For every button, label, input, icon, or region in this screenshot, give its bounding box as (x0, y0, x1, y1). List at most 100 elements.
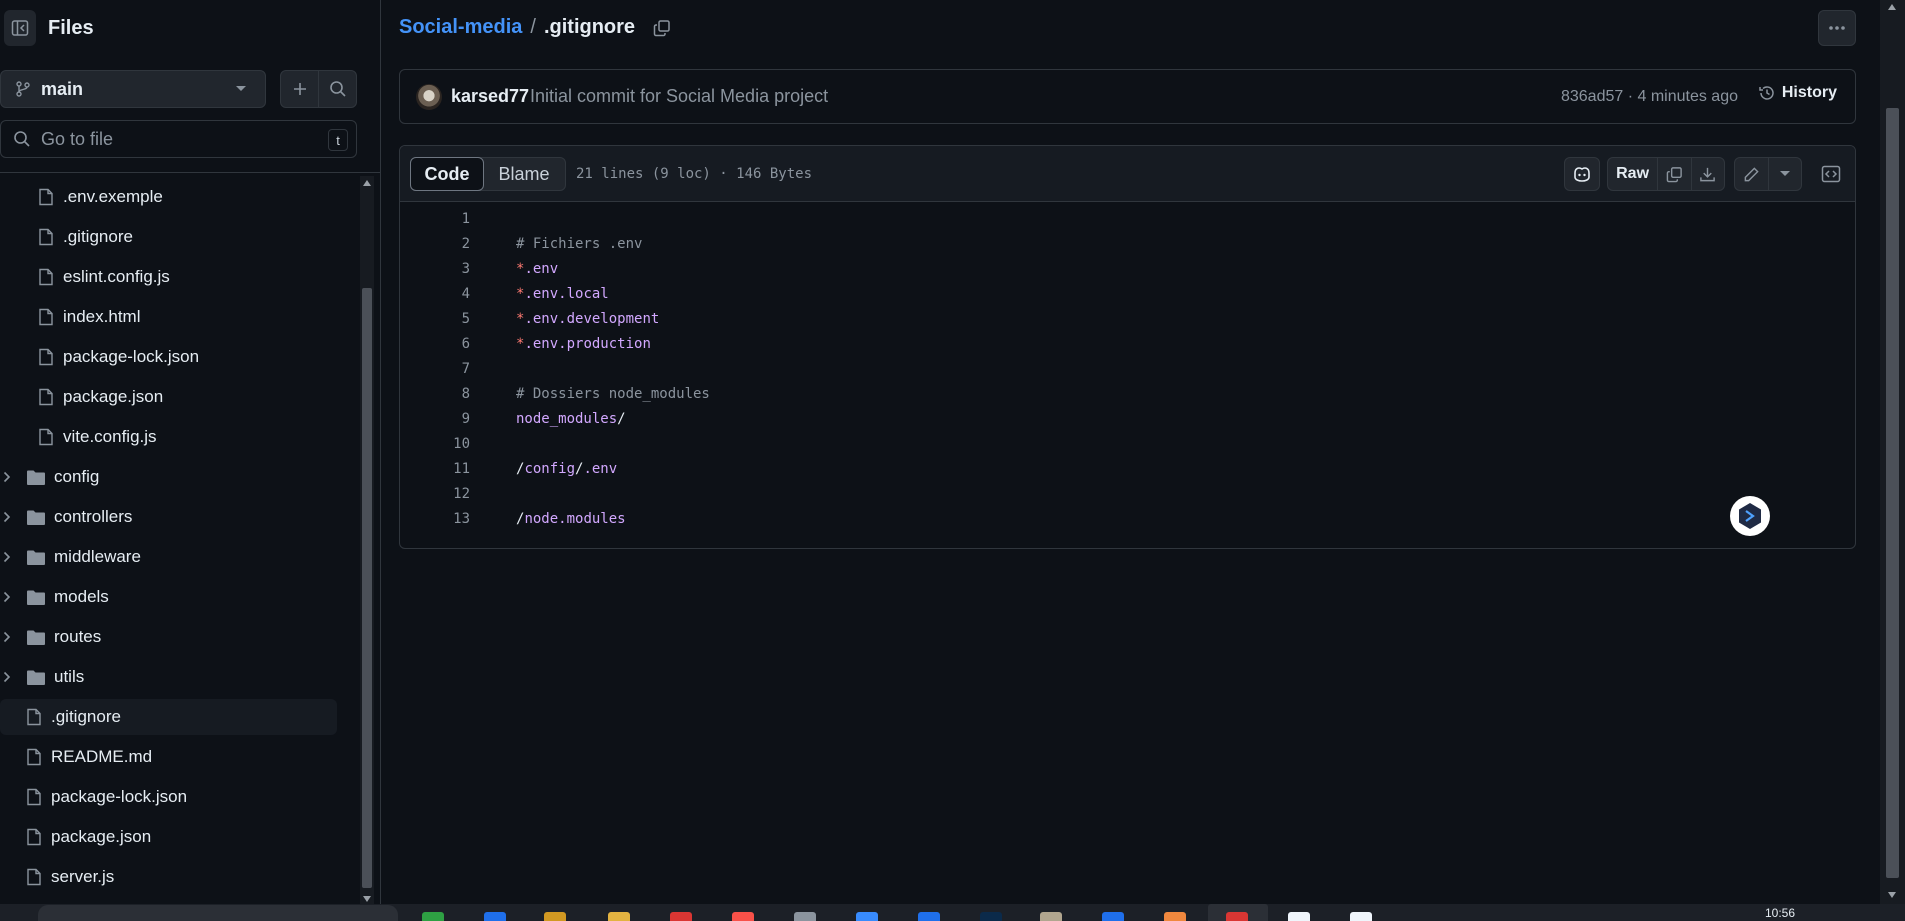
raw-button[interactable]: Raw (1608, 158, 1659, 190)
code-token: # Fichiers .env (516, 236, 643, 252)
more-options-button[interactable] (1818, 10, 1856, 46)
app-icon[interactable] (422, 912, 444, 921)
download-raw-button[interactable] (1692, 158, 1724, 190)
chevron-right-icon[interactable] (3, 591, 11, 603)
tree-file[interactable]: package-lock.json (0, 339, 337, 375)
copilot-button[interactable] (1564, 157, 1600, 191)
app-icon[interactable] (1350, 912, 1372, 921)
tree-folder[interactable]: controllers (0, 499, 337, 535)
tree-file[interactable]: .gitignore (0, 219, 337, 255)
tree-file[interactable]: package.json (0, 379, 337, 415)
window-scroll-up-arrow[interactable] (1888, 4, 1896, 10)
app-icon[interactable] (670, 912, 692, 921)
search-tree-button[interactable] (319, 71, 356, 107)
latest-commit-box: karsed77 Initial commit for Social Media… (399, 69, 1856, 124)
window-scroll-thumb[interactable] (1886, 108, 1899, 878)
chevron-right-icon[interactable] (3, 551, 11, 563)
line-number[interactable]: 7 (400, 361, 470, 377)
chevron-right-icon[interactable] (3, 671, 11, 683)
app-icon[interactable] (484, 912, 506, 921)
app-icon[interactable] (1164, 912, 1186, 921)
tab-blame[interactable]: Blame (483, 158, 565, 190)
code-line: 3 *.env (400, 258, 1855, 283)
app-icon[interactable] (794, 912, 816, 921)
tab-code[interactable]: Code (410, 157, 484, 191)
app-icon[interactable] (980, 912, 1002, 921)
code-line: 4 *.env.local (400, 283, 1855, 308)
commit-hash-and-time[interactable]: 836ad57 · 4 minutes ago (1561, 88, 1738, 106)
tree-folder[interactable]: config (0, 459, 337, 495)
breadcrumb-file-name: .gitignore (543, 16, 636, 38)
folder-icon (26, 629, 46, 646)
browser-icon[interactable] (1226, 912, 1248, 921)
line-number[interactable]: 10 (400, 436, 470, 452)
sidebar-collapse-icon (11, 19, 29, 37)
file-icon (26, 868, 42, 886)
branch-selector[interactable]: main (0, 70, 266, 108)
copy-path-icon[interactable] (653, 19, 671, 37)
window-scrollbar[interactable] (1880, 0, 1905, 904)
history-button[interactable]: History (1758, 84, 1837, 102)
line-number[interactable]: 1 (400, 211, 470, 227)
tree-file[interactable]: server.js (0, 859, 337, 895)
line-content: *.env (516, 261, 558, 277)
tree-file[interactable]: .env.exemple (0, 180, 337, 215)
app-icon[interactable] (918, 912, 940, 921)
commit-message-link[interactable]: Initial commit for Social Media project (530, 86, 828, 107)
symbols-panel-button[interactable] (1814, 157, 1848, 191)
tree-file[interactable]: eslint.config.js (0, 259, 337, 295)
tree-item-label: config (54, 467, 100, 486)
tree-folder[interactable]: routes (0, 619, 337, 655)
sidebar-scroll-thumb[interactable] (362, 288, 372, 888)
tree-folder[interactable]: middleware (0, 539, 337, 575)
line-number[interactable]: 13 (400, 511, 470, 527)
avatar[interactable] (416, 84, 442, 110)
code-token: .env.development (524, 311, 660, 327)
scroll-up-arrow[interactable] (363, 180, 371, 186)
chevron-right-icon[interactable] (3, 511, 11, 523)
go-to-file-input[interactable]: Go to file t (0, 120, 357, 158)
tree-file[interactable]: package-lock.json (0, 779, 337, 815)
line-content: /config/.env (516, 461, 617, 477)
add-file-button[interactable] (281, 71, 319, 107)
edit-file-button[interactable] (1735, 158, 1769, 190)
app-icon[interactable] (1288, 912, 1310, 921)
tree-folder[interactable]: utils (0, 659, 337, 695)
tree-file[interactable]: .gitignore (0, 699, 337, 735)
app-icon[interactable] (856, 912, 878, 921)
tree-file[interactable]: vite.config.js (0, 419, 337, 455)
line-number[interactable]: 3 (400, 261, 470, 277)
collapse-sidebar-button[interactable] (4, 10, 36, 46)
chevron-right-icon[interactable] (3, 631, 11, 643)
edit-more-options-button[interactable] (1769, 158, 1801, 190)
app-icon[interactable] (732, 912, 754, 921)
line-number[interactable]: 5 (400, 311, 470, 327)
app-icon[interactable] (1102, 912, 1124, 921)
sidebar-scrollbar[interactable] (360, 176, 374, 904)
app-icon[interactable] (608, 912, 630, 921)
tree-item-label: index.html (63, 307, 141, 326)
window-scroll-down-arrow[interactable] (1888, 892, 1896, 898)
taskbar-search[interactable] (38, 905, 398, 921)
scroll-down-arrow[interactable] (363, 896, 371, 902)
line-number[interactable]: 2 (400, 236, 470, 252)
floating-extension-button[interactable] (1730, 496, 1770, 536)
tree-item-label: controllers (54, 507, 133, 526)
line-number[interactable]: 8 (400, 386, 470, 402)
line-number[interactable]: 9 (400, 411, 470, 427)
line-number[interactable]: 4 (400, 286, 470, 302)
breadcrumb-repo-link[interactable]: Social-media (399, 16, 522, 39)
line-number[interactable]: 6 (400, 336, 470, 352)
line-number[interactable]: 11 (400, 461, 470, 477)
tree-file[interactable]: index.html (0, 299, 337, 335)
app-icon[interactable] (1040, 912, 1062, 921)
tree-folder[interactable]: models (0, 579, 337, 615)
tree-item-label: .gitignore (51, 707, 121, 726)
chevron-right-icon[interactable] (3, 471, 11, 483)
tree-file[interactable]: README.md (0, 739, 337, 775)
folder-icon[interactable] (544, 912, 566, 921)
line-number[interactable]: 12 (400, 486, 470, 502)
tree-file[interactable]: package.json (0, 819, 337, 855)
commit-author-link[interactable]: karsed77 (451, 86, 529, 107)
copy-raw-button[interactable] (1658, 158, 1692, 190)
